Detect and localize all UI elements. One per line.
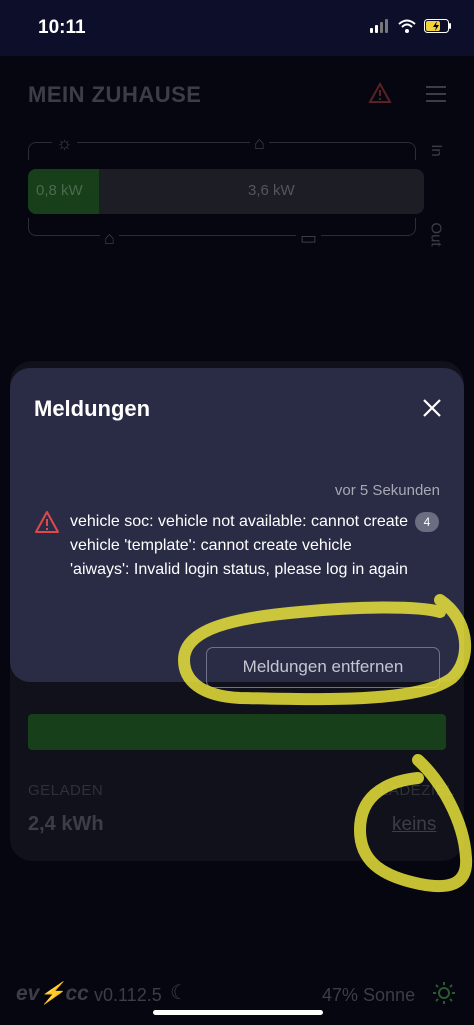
pv-power-value: 0,8 kW bbox=[36, 182, 83, 199]
page-title: MEIN ZUHAUSE bbox=[28, 82, 202, 107]
car-icon: ▭ bbox=[296, 228, 322, 249]
modal-title: Meldungen bbox=[34, 396, 151, 421]
charged-label: GELADEN bbox=[28, 782, 104, 799]
home-indicator[interactable] bbox=[153, 1010, 323, 1015]
out-bracket bbox=[28, 218, 416, 236]
home-icon: ⌂ bbox=[100, 228, 119, 249]
warning-icon bbox=[35, 511, 59, 533]
version-label[interactable]: v0.112.5 bbox=[94, 985, 162, 1006]
out-label: Out bbox=[427, 222, 445, 247]
charged-value: 2,4 kWh bbox=[28, 813, 104, 835]
moon-icon: ☾ bbox=[170, 982, 188, 1004]
target-label: LADEZIEL bbox=[380, 782, 455, 799]
grid-power-value: 3,6 kW bbox=[248, 182, 295, 199]
clear-messages-button[interactable]: Meldungen entfernen bbox=[206, 647, 440, 688]
message-text: vehicle soc: vehicle not available: cann… bbox=[70, 513, 408, 578]
close-icon[interactable] bbox=[420, 396, 444, 420]
warning-icon[interactable] bbox=[368, 82, 392, 104]
target-value-link[interactable]: keins bbox=[392, 814, 436, 836]
wifi-icon bbox=[398, 19, 416, 33]
in-label: In bbox=[427, 144, 445, 157]
energy-bar: 0,8 kW 3,6 kW bbox=[28, 169, 424, 214]
menu-icon[interactable] bbox=[426, 86, 446, 102]
sun-status-icon bbox=[433, 982, 455, 1004]
charge-progress-bar bbox=[28, 714, 446, 750]
sun-icon: ☼ bbox=[52, 133, 77, 154]
message-time: vor 5 Sekunden bbox=[334, 482, 440, 499]
notifications-modal: Meldungen vor 5 Sekunden vehicle soc: ve… bbox=[10, 368, 464, 688]
status-icons bbox=[370, 19, 452, 33]
status-time: 10:11 bbox=[38, 17, 86, 38]
sun-status[interactable]: 47% Sonne bbox=[322, 985, 415, 1006]
message-count-badge: 4 bbox=[415, 512, 439, 532]
grid-pylon-icon: ⌂ bbox=[250, 133, 269, 154]
signal-icon bbox=[370, 19, 388, 33]
evcc-logo[interactable]: ev⚡cc bbox=[16, 982, 89, 1006]
status-bar: 10:11 bbox=[0, 0, 474, 56]
battery-icon bbox=[424, 19, 451, 33]
in-bracket bbox=[28, 142, 416, 160]
